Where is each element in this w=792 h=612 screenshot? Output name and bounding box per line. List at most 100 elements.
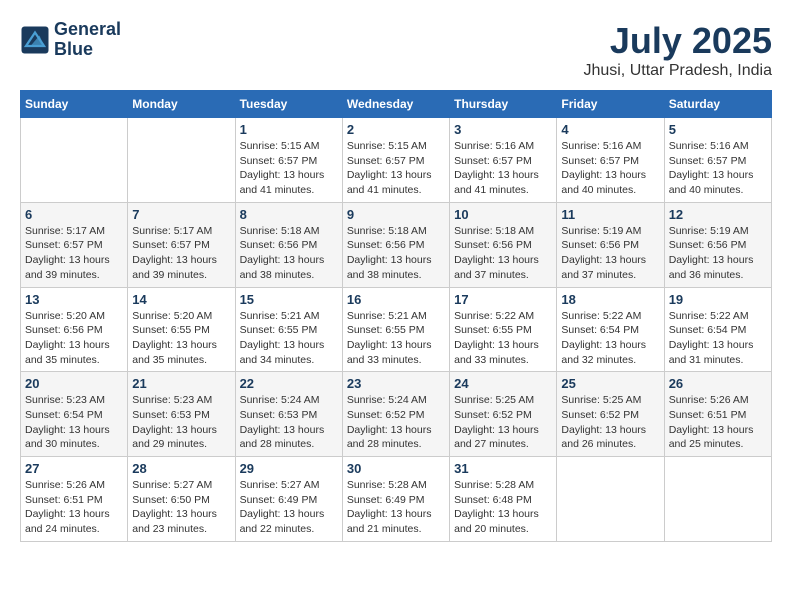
calendar-week-row: 6Sunrise: 5:17 AM Sunset: 6:57 PM Daylig… bbox=[21, 202, 772, 287]
day-info: Sunrise: 5:21 AM Sunset: 6:55 PM Dayligh… bbox=[240, 309, 338, 368]
logo: General Blue bbox=[20, 20, 121, 60]
day-number: 14 bbox=[132, 292, 230, 307]
day-info: Sunrise: 5:17 AM Sunset: 6:57 PM Dayligh… bbox=[25, 224, 123, 283]
calendar-cell: 24 Sunrise: 5:25 AM Sunset: 6:52 PM Dayli… bbox=[450, 372, 557, 457]
day-of-week-header: Monday bbox=[128, 91, 235, 118]
day-number: 30 bbox=[347, 461, 445, 476]
calendar-cell: 17Sunrise: 5:22 AM Sunset: 6:55 PM Dayli… bbox=[450, 287, 557, 372]
day-info: Sunrise: 5:27 AM Sunset: 6:49 PM Dayligh… bbox=[240, 478, 338, 537]
calendar-cell: 1 Sunrise: 5:15 AM Sunset: 6:57 PM Daylig… bbox=[235, 118, 342, 203]
day-info: Sunrise: 5:17 AM Sunset: 6:57 PM Dayligh… bbox=[132, 224, 230, 283]
day-number: 15 bbox=[240, 292, 338, 307]
calendar-cell: 31 Sunrise: 5:28 AM Sunset: 6:48 PM Dayli… bbox=[450, 457, 557, 542]
calendar-cell bbox=[21, 118, 128, 203]
day-info: Sunrise: 5:15 AM Sunset: 6:57 PM Dayligh… bbox=[240, 139, 338, 198]
day-info: Sunrise: 5:25 AM Sunset: 6:52 PM Dayligh… bbox=[454, 393, 552, 452]
day-number: 3 bbox=[454, 122, 552, 137]
title-area: July 2025 Jhusi, Uttar Pradesh, India bbox=[583, 20, 772, 80]
calendar-cell: 30 Sunrise: 5:28 AM Sunset: 6:49 PM Dayli… bbox=[342, 457, 449, 542]
logo-line2: Blue bbox=[54, 40, 121, 60]
calendar-cell: 22 Sunrise: 5:24 AM Sunset: 6:53 PM Dayli… bbox=[235, 372, 342, 457]
calendar-body: 1 Sunrise: 5:15 AM Sunset: 6:57 PM Daylig… bbox=[21, 118, 772, 542]
calendar-cell: 6Sunrise: 5:17 AM Sunset: 6:57 PM Daylig… bbox=[21, 202, 128, 287]
day-number: 21 bbox=[132, 376, 230, 391]
day-of-week-header: Tuesday bbox=[235, 91, 342, 118]
calendar-cell: 2 Sunrise: 5:15 AM Sunset: 6:57 PM Daylig… bbox=[342, 118, 449, 203]
day-number: 28 bbox=[132, 461, 230, 476]
day-of-week-header: Wednesday bbox=[342, 91, 449, 118]
calendar-cell: 9Sunrise: 5:18 AM Sunset: 6:56 PM Daylig… bbox=[342, 202, 449, 287]
month-title: July 2025 bbox=[583, 20, 772, 62]
day-info: Sunrise: 5:26 AM Sunset: 6:51 PM Dayligh… bbox=[669, 393, 767, 452]
day-info: Sunrise: 5:18 AM Sunset: 6:56 PM Dayligh… bbox=[240, 224, 338, 283]
calendar-cell bbox=[557, 457, 664, 542]
day-info: Sunrise: 5:28 AM Sunset: 6:49 PM Dayligh… bbox=[347, 478, 445, 537]
day-number: 27 bbox=[25, 461, 123, 476]
day-number: 4 bbox=[561, 122, 659, 137]
day-number: 22 bbox=[240, 376, 338, 391]
day-info: Sunrise: 5:24 AM Sunset: 6:53 PM Dayligh… bbox=[240, 393, 338, 452]
day-number: 7 bbox=[132, 207, 230, 222]
day-number: 10 bbox=[454, 207, 552, 222]
calendar-cell bbox=[128, 118, 235, 203]
calendar-week-row: 13 Sunrise: 5:20 AM Sunset: 6:56 PM Dayli… bbox=[21, 287, 772, 372]
calendar-cell: 28 Sunrise: 5:27 AM Sunset: 6:50 PM Dayli… bbox=[128, 457, 235, 542]
calendar-cell: 16 Sunrise: 5:21 AM Sunset: 6:55 PM Dayli… bbox=[342, 287, 449, 372]
day-info: Sunrise: 5:27 AM Sunset: 6:50 PM Dayligh… bbox=[132, 478, 230, 537]
day-number: 25 bbox=[561, 376, 659, 391]
location-title: Jhusi, Uttar Pradesh, India bbox=[583, 62, 772, 80]
calendar-table: SundayMondayTuesdayWednesdayThursdayFrid… bbox=[20, 90, 772, 542]
day-info: Sunrise: 5:20 AM Sunset: 6:56 PM Dayligh… bbox=[25, 309, 123, 368]
day-info: Sunrise: 5:15 AM Sunset: 6:57 PM Dayligh… bbox=[347, 139, 445, 198]
day-of-week-header: Friday bbox=[557, 91, 664, 118]
day-of-week-header: Saturday bbox=[664, 91, 771, 118]
day-info: Sunrise: 5:24 AM Sunset: 6:52 PM Dayligh… bbox=[347, 393, 445, 452]
day-number: 16 bbox=[347, 292, 445, 307]
day-info: Sunrise: 5:28 AM Sunset: 6:48 PM Dayligh… bbox=[454, 478, 552, 537]
calendar-cell: 14 Sunrise: 5:20 AM Sunset: 6:55 PM Dayli… bbox=[128, 287, 235, 372]
day-info: Sunrise: 5:16 AM Sunset: 6:57 PM Dayligh… bbox=[454, 139, 552, 198]
day-number: 19 bbox=[669, 292, 767, 307]
day-info: Sunrise: 5:25 AM Sunset: 6:52 PM Dayligh… bbox=[561, 393, 659, 452]
day-info: Sunrise: 5:18 AM Sunset: 6:56 PM Dayligh… bbox=[347, 224, 445, 283]
logo-text: General Blue bbox=[54, 20, 121, 60]
day-info: Sunrise: 5:20 AM Sunset: 6:55 PM Dayligh… bbox=[132, 309, 230, 368]
day-number: 5 bbox=[669, 122, 767, 137]
calendar-cell: 18Sunrise: 5:22 AM Sunset: 6:54 PM Dayli… bbox=[557, 287, 664, 372]
day-number: 24 bbox=[454, 376, 552, 391]
calendar-cell: 5 Sunrise: 5:16 AM Sunset: 6:57 PM Daylig… bbox=[664, 118, 771, 203]
day-number: 13 bbox=[25, 292, 123, 307]
calendar-header: SundayMondayTuesdayWednesdayThursdayFrid… bbox=[21, 91, 772, 118]
day-number: 20 bbox=[25, 376, 123, 391]
day-number: 1 bbox=[240, 122, 338, 137]
day-info: Sunrise: 5:19 AM Sunset: 6:56 PM Dayligh… bbox=[669, 224, 767, 283]
calendar-cell: 11Sunrise: 5:19 AM Sunset: 6:56 PM Dayli… bbox=[557, 202, 664, 287]
day-info: Sunrise: 5:16 AM Sunset: 6:57 PM Dayligh… bbox=[669, 139, 767, 198]
day-of-week-header: Sunday bbox=[21, 91, 128, 118]
day-info: Sunrise: 5:26 AM Sunset: 6:51 PM Dayligh… bbox=[25, 478, 123, 537]
calendar-week-row: 20Sunrise: 5:23 AM Sunset: 6:54 PM Dayli… bbox=[21, 372, 772, 457]
calendar-cell: 21Sunrise: 5:23 AM Sunset: 6:53 PM Dayli… bbox=[128, 372, 235, 457]
calendar-cell: 29Sunrise: 5:27 AM Sunset: 6:49 PM Dayli… bbox=[235, 457, 342, 542]
calendar-cell: 7 Sunrise: 5:17 AM Sunset: 6:57 PM Daylig… bbox=[128, 202, 235, 287]
calendar-cell: 4Sunrise: 5:16 AM Sunset: 6:57 PM Daylig… bbox=[557, 118, 664, 203]
calendar-week-row: 1 Sunrise: 5:15 AM Sunset: 6:57 PM Daylig… bbox=[21, 118, 772, 203]
calendar-cell: 15 Sunrise: 5:21 AM Sunset: 6:55 PM Dayli… bbox=[235, 287, 342, 372]
day-number: 31 bbox=[454, 461, 552, 476]
day-number: 12 bbox=[669, 207, 767, 222]
day-info: Sunrise: 5:18 AM Sunset: 6:56 PM Dayligh… bbox=[454, 224, 552, 283]
calendar-cell: 25 Sunrise: 5:25 AM Sunset: 6:52 PM Dayli… bbox=[557, 372, 664, 457]
calendar-cell: 23Sunrise: 5:24 AM Sunset: 6:52 PM Dayli… bbox=[342, 372, 449, 457]
day-number: 2 bbox=[347, 122, 445, 137]
logo-icon bbox=[20, 25, 50, 55]
calendar-cell bbox=[664, 457, 771, 542]
calendar-cell: 10 Sunrise: 5:18 AM Sunset: 6:56 PM Dayli… bbox=[450, 202, 557, 287]
calendar-cell: 8Sunrise: 5:18 AM Sunset: 6:56 PM Daylig… bbox=[235, 202, 342, 287]
day-number: 26 bbox=[669, 376, 767, 391]
calendar-cell: 19Sunrise: 5:22 AM Sunset: 6:54 PM Dayli… bbox=[664, 287, 771, 372]
day-info: Sunrise: 5:21 AM Sunset: 6:55 PM Dayligh… bbox=[347, 309, 445, 368]
calendar-cell: 20Sunrise: 5:23 AM Sunset: 6:54 PM Dayli… bbox=[21, 372, 128, 457]
calendar-cell: 3 Sunrise: 5:16 AM Sunset: 6:57 PM Daylig… bbox=[450, 118, 557, 203]
calendar-week-row: 27 Sunrise: 5:26 AM Sunset: 6:51 PM Dayli… bbox=[21, 457, 772, 542]
calendar-cell: 26 Sunrise: 5:26 AM Sunset: 6:51 PM Dayli… bbox=[664, 372, 771, 457]
